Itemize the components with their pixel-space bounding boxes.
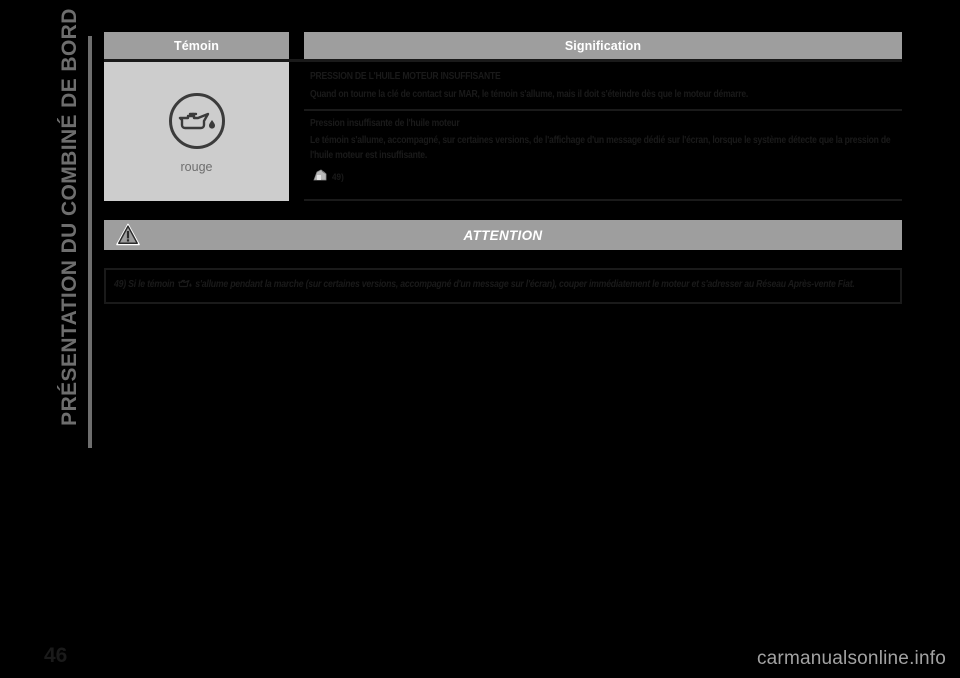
attention-title: ATTENTION — [463, 227, 543, 243]
attention-bar: ATTENTION — [104, 220, 902, 250]
meaning-cell-bottom-divider — [304, 199, 902, 201]
attention-note: 49) Si le témoin s'allume pendant la mar… — [114, 277, 892, 294]
attention-note-text-before: Si le témoin — [128, 279, 175, 290]
chapter-side-tab: PRÉSENTATION DU COMBINÉ DE BORD — [0, 0, 100, 678]
attention-section: ATTENTION 49) Si le témoin s'allume pend… — [104, 220, 902, 304]
oil-can-icon — [168, 93, 225, 149]
table-row: rouge PRESSION DE L'HUILE MOTEUR INSUFFI… — [104, 62, 902, 201]
meaning-block-body: Quand on tourne la clé de contact sur MA… — [310, 88, 749, 100]
attention-note-text-after: s'allume pendant la marche (sur certaine… — [195, 279, 855, 290]
reference-row: 49) — [310, 163, 902, 192]
chapter-tab-rule — [88, 36, 92, 448]
page-number: 46 — [44, 644, 68, 667]
workshop-icon — [313, 168, 328, 186]
meaning-block-title: PRESSION DE L'HUILE MOTEUR INSUFFISANTE — [310, 71, 501, 82]
meaning-block-title: Pression insuffisante de l'huile moteur — [310, 117, 460, 129]
page-content: Témoin Signification rouge PRESSION DE L… — [104, 32, 902, 304]
meaning-block: Pression insuffisante de l'huile moteur … — [304, 111, 902, 200]
meaning-block-body: Le témoin s'allume, accompagné, sur cert… — [310, 135, 891, 161]
attention-note-mark: 49) — [114, 279, 126, 290]
watermark: carmanualsonline.info — [756, 648, 946, 669]
warning-triangle-icon — [116, 223, 140, 251]
column-header-telltale: Témoin — [104, 32, 289, 59]
telltale-color-label: rouge — [180, 160, 213, 174]
reference-mark: 49) — [332, 171, 344, 183]
column-gap — [289, 32, 304, 59]
table-header-row: Témoin Signification — [104, 32, 902, 59]
attention-note-box: 49) Si le témoin s'allume pendant la mar… — [104, 268, 902, 304]
telltale-cell: rouge — [104, 62, 289, 201]
meaning-block: PRESSION DE L'HUILE MOTEUR INSUFFISANTE … — [304, 62, 902, 109]
column-header-meaning: Signification — [304, 32, 902, 59]
meaning-cell: PRESSION DE L'HUILE MOTEUR INSUFFISANTE … — [304, 62, 902, 201]
oil-can-inline-icon — [177, 278, 192, 294]
chapter-title: PRÉSENTATION DU COMBINÉ DE BORD — [58, 8, 81, 426]
manual-page: PRÉSENTATION DU COMBINÉ DE BORD Témoin S… — [0, 0, 960, 678]
row-gap — [289, 62, 304, 201]
